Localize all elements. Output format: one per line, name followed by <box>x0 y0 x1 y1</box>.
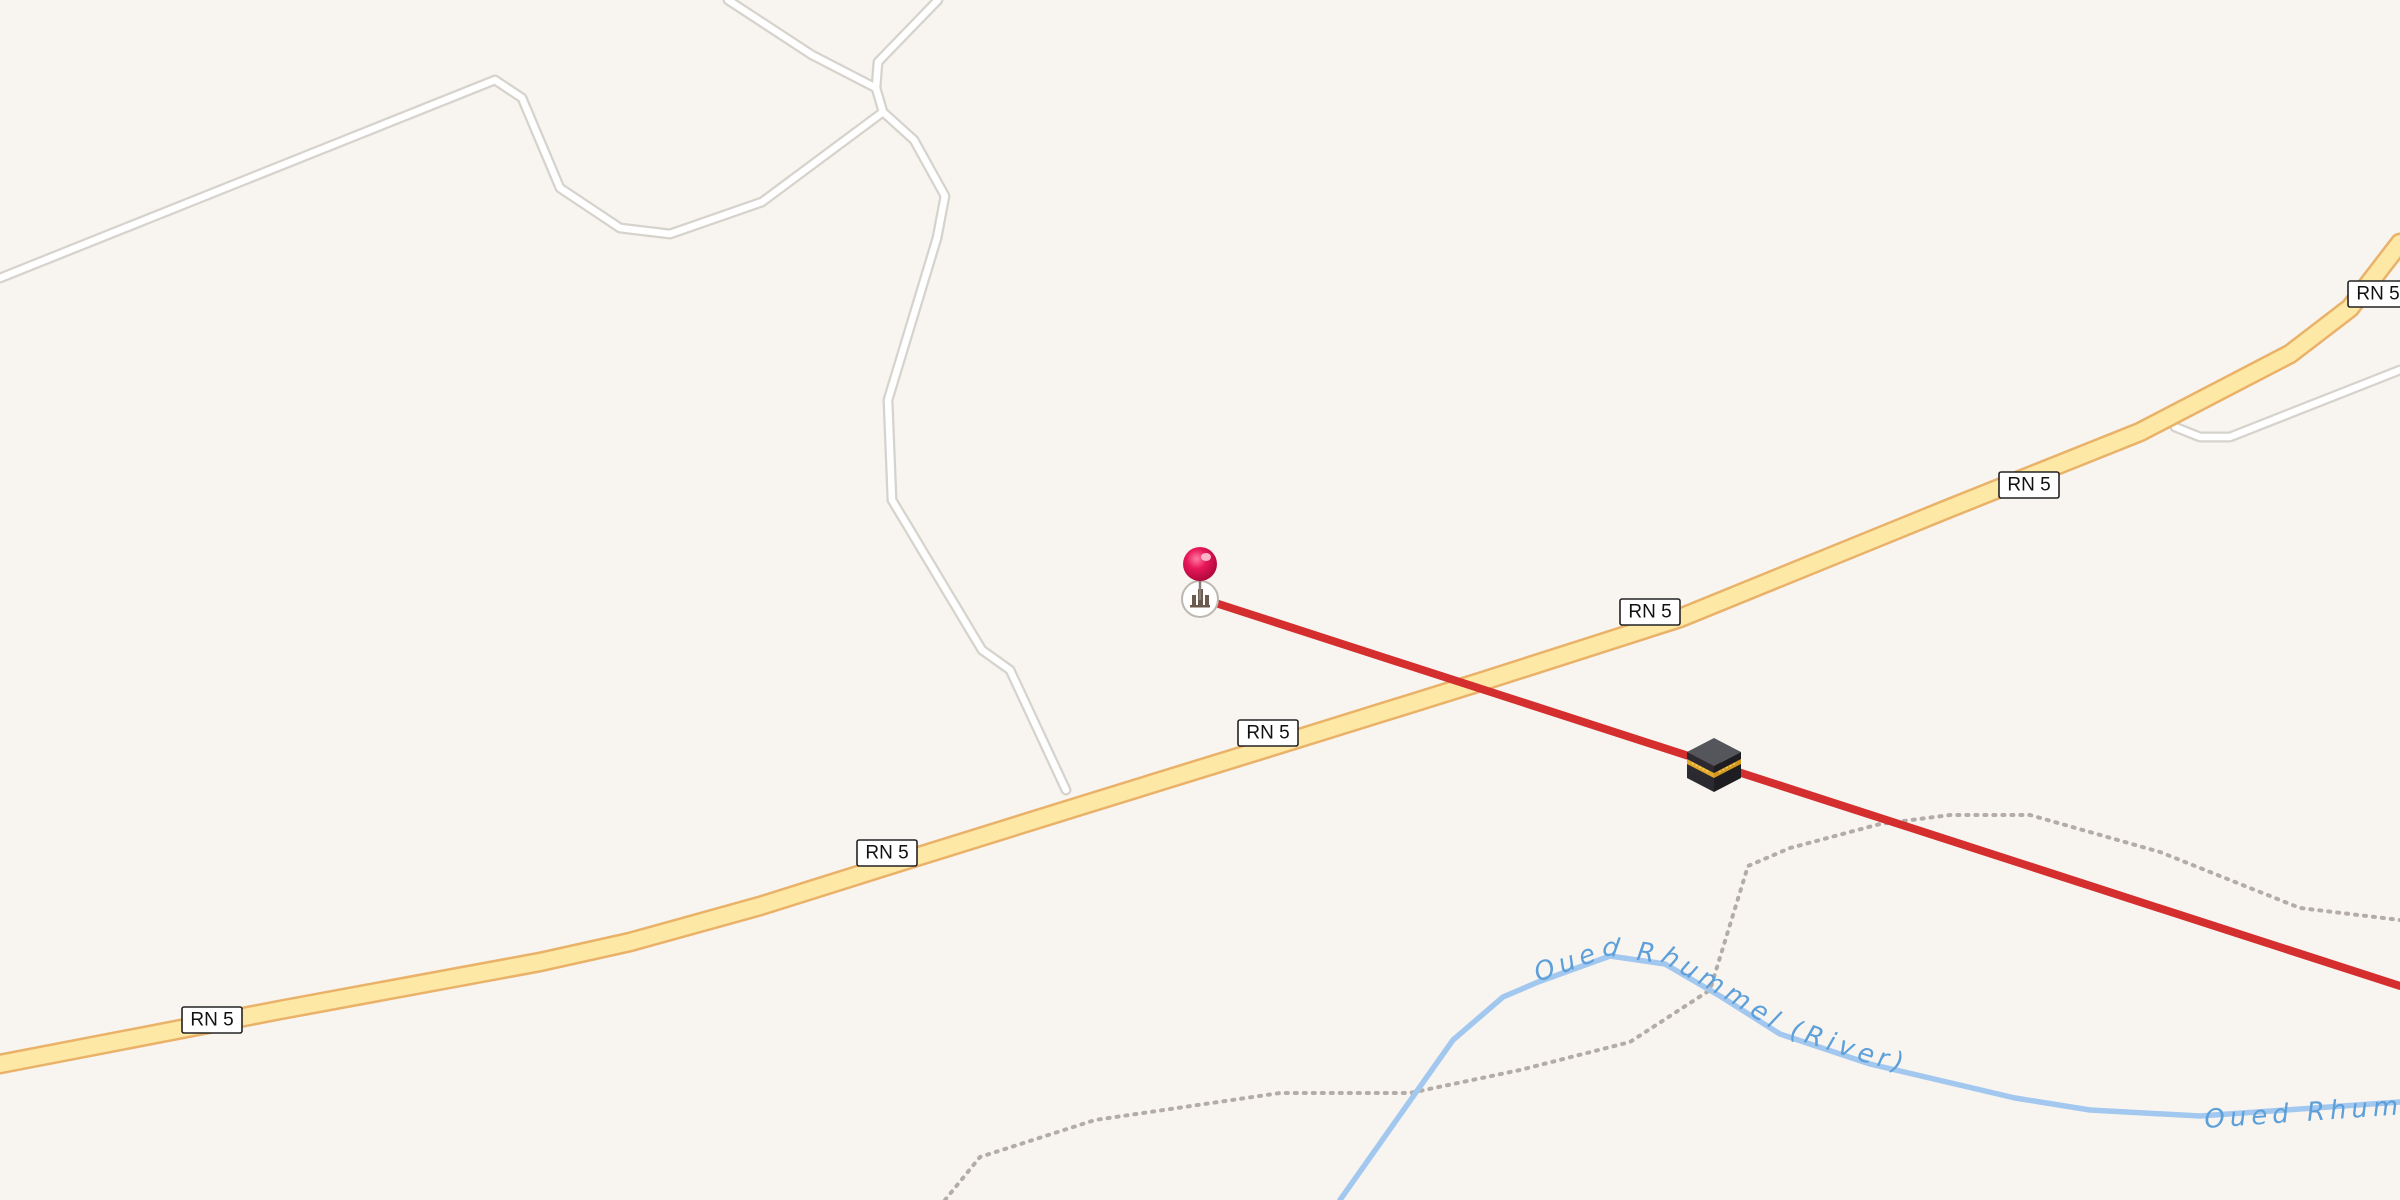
road-shield: RN 5 <box>856 839 918 867</box>
road-shield: RN 5 <box>2347 280 2400 308</box>
svg-text:RN 5: RN 5 <box>2007 475 2050 496</box>
svg-text:RN 5: RN 5 <box>1246 723 1289 744</box>
svg-text:RN 5: RN 5 <box>190 1010 233 1031</box>
road-shield: RN 5 <box>1237 719 1299 747</box>
map-canvas[interactable]: RN 5 RN 5 RN 5 RN 5 RN 5 RN 5 Oued Rhumm… <box>0 0 2400 1200</box>
svg-text:RN 5: RN 5 <box>1628 602 1671 623</box>
svg-text:RN 5: RN 5 <box>865 843 908 864</box>
svg-text:RN 5: RN 5 <box>2356 284 2399 305</box>
road-shield: RN 5 <box>181 1006 243 1034</box>
road-shield: RN 5 <box>1619 598 1681 626</box>
road-shield: RN 5 <box>1998 471 2060 499</box>
